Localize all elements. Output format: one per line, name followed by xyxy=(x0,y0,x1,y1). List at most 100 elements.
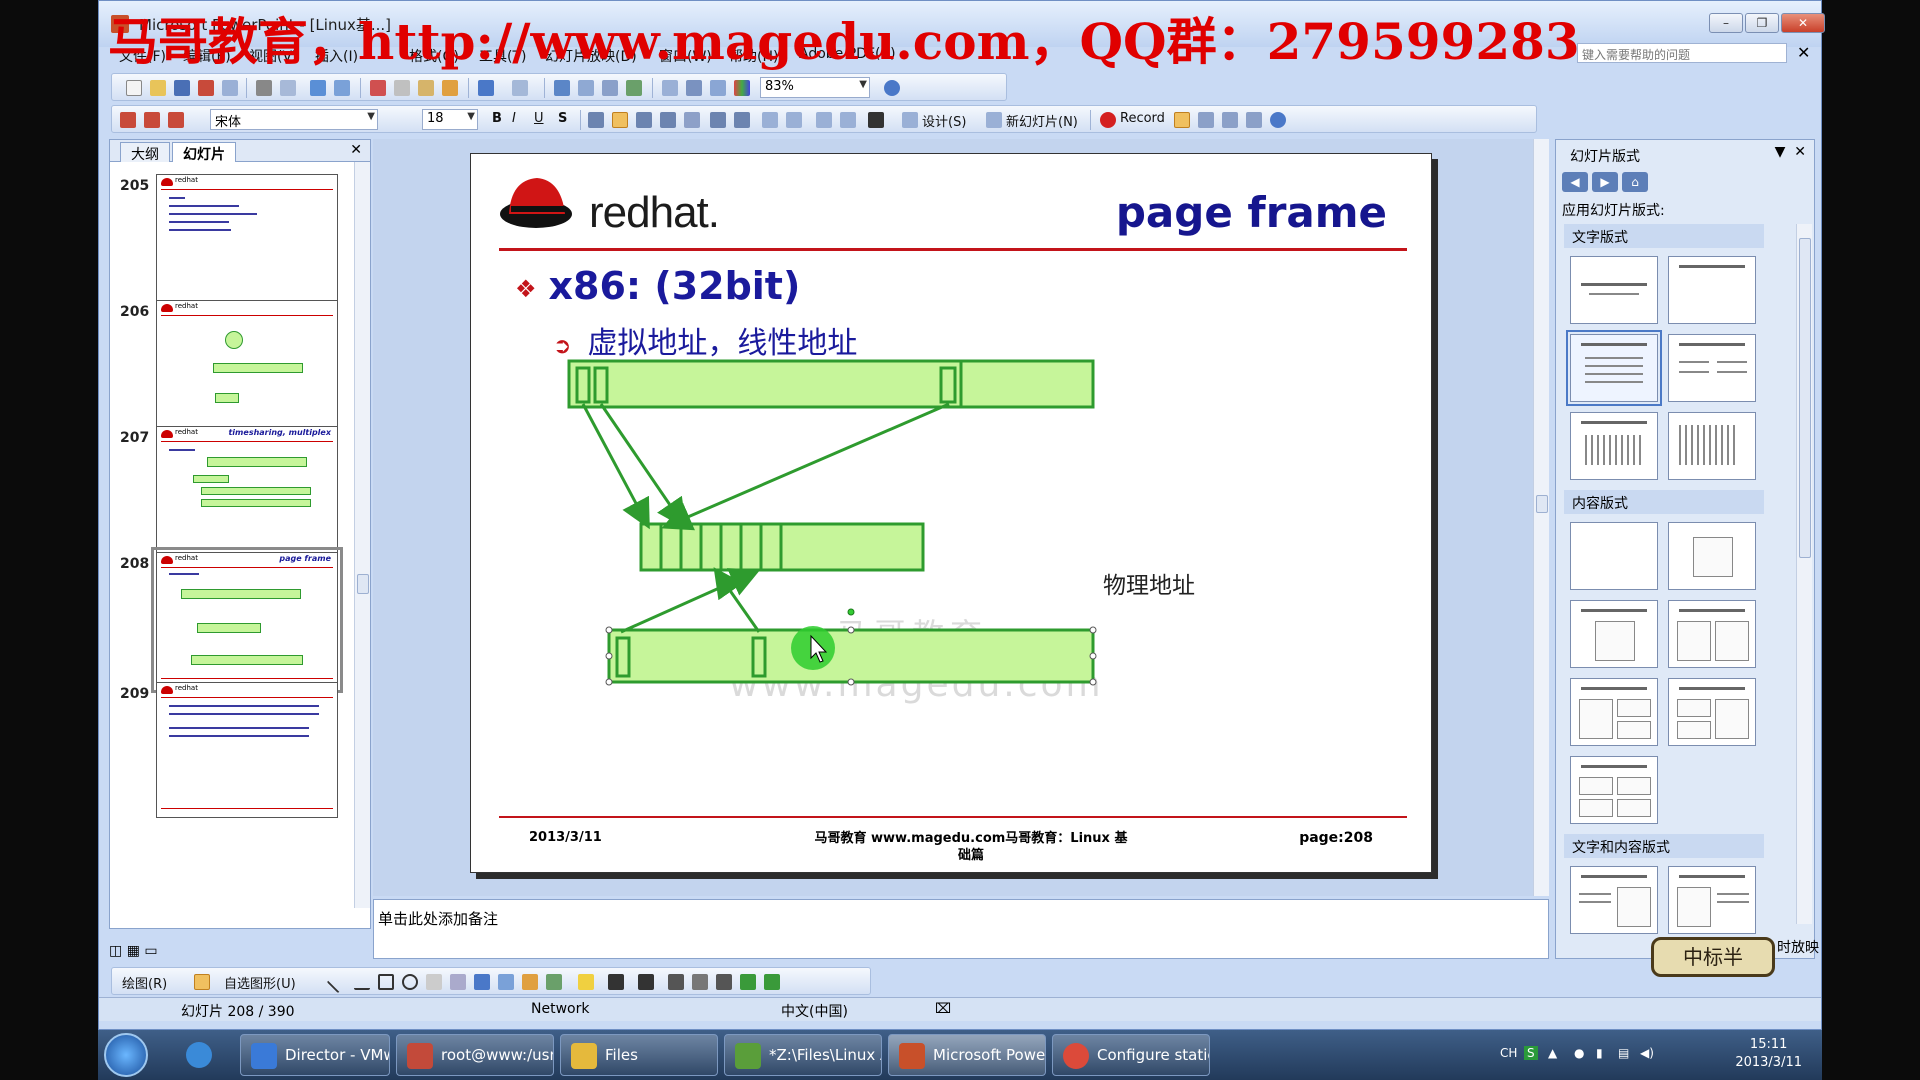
layout-text-content[interactable] xyxy=(1570,866,1658,934)
spelling-icon[interactable] xyxy=(310,80,326,96)
italic-button[interactable]: I xyxy=(512,111,516,126)
help-search-input[interactable]: 键入需要帮助的问题 xyxy=(1577,43,1787,63)
scrollbar-thumb[interactable] xyxy=(1799,238,1811,558)
layout-title-text[interactable] xyxy=(1566,330,1662,406)
pane-scrollbar[interactable] xyxy=(1796,224,1812,924)
restore-button[interactable]: ❐ xyxy=(1745,13,1779,33)
align-right-icon[interactable] xyxy=(636,112,652,128)
taskbar-item[interactable]: Configure static ... xyxy=(1052,1034,1210,1076)
layout-four-content[interactable] xyxy=(1570,756,1658,824)
layout-title-content[interactable] xyxy=(1570,600,1658,668)
layout-title-slide[interactable] xyxy=(1570,256,1658,324)
slide-sorter-icon[interactable]: ▦ xyxy=(127,943,140,959)
layout-content[interactable] xyxy=(1668,522,1756,590)
increase-font-icon[interactable] xyxy=(762,112,778,128)
paste-icon[interactable] xyxy=(418,80,434,96)
insert-chart-icon[interactable] xyxy=(554,80,570,96)
rotation-handle[interactable] xyxy=(847,608,855,616)
input-language[interactable]: CH xyxy=(1500,1046,1517,1060)
color-grayscale-icon[interactable] xyxy=(734,80,750,96)
pane-dropdown-icon[interactable]: ▼ xyxy=(1775,144,1786,160)
screen-capture-icon[interactable] xyxy=(1222,112,1238,128)
shadow-button[interactable]: S xyxy=(558,111,567,126)
line-style-icon[interactable] xyxy=(668,974,684,990)
align-center-icon[interactable] xyxy=(612,112,628,128)
new-icon[interactable] xyxy=(126,80,142,96)
scrollbar-thumb[interactable] xyxy=(357,574,369,594)
research-icon[interactable] xyxy=(334,80,350,96)
back-icon[interactable]: ◀ xyxy=(1562,172,1588,192)
slides-scrollbar[interactable] xyxy=(354,162,370,908)
new-slide-button[interactable]: 新幻灯片(N) xyxy=(1006,111,1078,130)
slide-thumbnail-208[interactable]: redhat page frame xyxy=(151,547,343,693)
line-color-icon[interactable] xyxy=(608,974,624,990)
show-formatting-icon[interactable] xyxy=(686,80,702,96)
permission-icon[interactable] xyxy=(222,80,238,96)
justify-icon[interactable] xyxy=(660,112,676,128)
pdf-convert-icon[interactable] xyxy=(120,112,136,128)
rectangle-icon[interactable] xyxy=(378,974,394,990)
save-icon[interactable] xyxy=(174,80,190,96)
layout-vertical-title-text[interactable] xyxy=(1668,412,1756,480)
taskbar-item[interactable]: Files xyxy=(560,1034,718,1076)
open-icon[interactable] xyxy=(150,80,166,96)
close-panel-icon[interactable]: ✕ xyxy=(350,142,362,158)
pdf-icon[interactable] xyxy=(198,80,214,96)
record-button[interactable]: Record xyxy=(1120,111,1165,126)
close-button[interactable]: ✕ xyxy=(1781,13,1825,33)
slide-thumbnail-207[interactable]: redhat timesharing, multiplex xyxy=(156,426,338,562)
ime-indicator[interactable]: 中标半 xyxy=(1651,937,1775,977)
taskbar-item[interactable]: root@www:/usr/... xyxy=(396,1034,554,1076)
clip-art-icon[interactable] xyxy=(522,974,538,990)
dash-style-icon[interactable] xyxy=(692,974,708,990)
publish-icon[interactable] xyxy=(1246,112,1262,128)
slideshow-view-icon[interactable]: ▭ xyxy=(144,943,157,959)
pane-close-icon[interactable]: ✕ xyxy=(1794,144,1806,160)
picture-icon[interactable] xyxy=(546,974,562,990)
arrow-style-icon[interactable] xyxy=(716,974,732,990)
align-left-icon[interactable] xyxy=(588,112,604,128)
design-button[interactable]: 设计(S) xyxy=(922,111,966,130)
oval-icon[interactable] xyxy=(402,974,418,990)
insert-hyperlink-icon[interactable] xyxy=(626,80,642,96)
slideshow-link-text[interactable]: 时放映 xyxy=(1777,937,1819,957)
taskbar-item[interactable]: Director - VMw... xyxy=(240,1034,390,1076)
ie-pinned-icon[interactable] xyxy=(178,1034,220,1076)
layout-title-two-content[interactable] xyxy=(1668,600,1756,668)
select-pointer-icon[interactable] xyxy=(194,974,210,990)
font-color-icon[interactable] xyxy=(638,974,654,990)
bold-button[interactable]: B xyxy=(492,111,502,126)
draw-menu-button[interactable]: 绘图(R) xyxy=(122,973,167,992)
narration-icon[interactable] xyxy=(1198,112,1214,128)
wordart-icon[interactable] xyxy=(474,974,490,990)
decrease-font-icon[interactable] xyxy=(786,112,802,128)
minimize-button[interactable]: – xyxy=(1709,13,1743,33)
columns-icon[interactable] xyxy=(684,112,700,128)
help-icon[interactable] xyxy=(884,80,900,96)
arrow-icon[interactable] xyxy=(354,974,370,990)
layout-vertical-text[interactable] xyxy=(1570,412,1658,480)
font-size-select[interactable]: 18 ▼ xyxy=(422,109,478,130)
shadow-style-icon[interactable] xyxy=(740,974,756,990)
zoom-select[interactable]: 83% ▼ xyxy=(760,77,870,98)
forward-icon[interactable]: ▶ xyxy=(1592,172,1618,192)
copy-icon[interactable] xyxy=(394,80,410,96)
editor-scrollbar[interactable] xyxy=(1533,139,1549,896)
cut-icon[interactable] xyxy=(370,80,386,96)
vertical-text-box-icon[interactable] xyxy=(450,974,466,990)
system-clock[interactable]: 15:11 2013/3/11 xyxy=(1735,1036,1802,1072)
layout-title-only[interactable] xyxy=(1668,256,1756,324)
font-name-select[interactable]: 宋体 ▼ xyxy=(210,109,378,130)
ime-tray-icon[interactable]: S xyxy=(1524,1046,1538,1060)
print-icon[interactable] xyxy=(256,80,272,96)
tab-slides[interactable]: 幻灯片 xyxy=(172,142,236,163)
underline-button[interactable]: U xyxy=(534,111,544,126)
layout-content-text[interactable] xyxy=(1668,866,1756,934)
line-icon[interactable] xyxy=(326,970,350,994)
taskbar-item[interactable]: *Z:\Files\Linux A... xyxy=(724,1034,882,1076)
format-painter-icon[interactable] xyxy=(442,80,458,96)
tables-borders-icon[interactable] xyxy=(602,80,618,96)
bullets-icon[interactable] xyxy=(734,112,750,128)
volume-icon[interactable]: ◀) xyxy=(1640,1046,1654,1060)
decrease-indent-icon[interactable] xyxy=(816,112,832,128)
